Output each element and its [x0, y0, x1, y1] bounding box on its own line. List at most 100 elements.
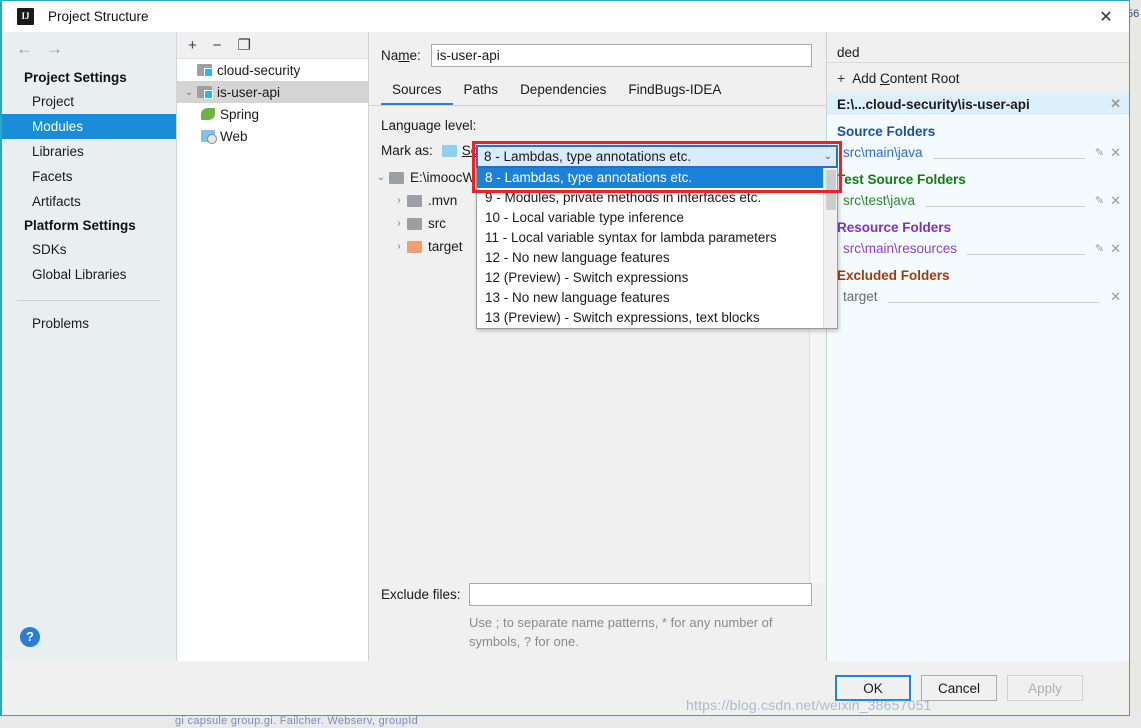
copy-module-icon[interactable]: ❐ — [238, 38, 251, 53]
module-list-panel: + − ❐ cloud-security ⌄ is-user-api Sprin… — [177, 32, 369, 661]
folder-rule — [967, 242, 1085, 255]
folder-entry-excluded[interactable]: target ✕ — [827, 286, 1129, 307]
background-bottom-text: gi capsule group.gi. Failcher. Webserv, … — [175, 715, 418, 727]
language-level-label: Language level: — [381, 118, 477, 133]
chevron-right-icon[interactable]: › — [391, 195, 407, 206]
folder-rule — [932, 146, 1085, 159]
module-label: cloud-security — [217, 62, 301, 78]
module-folder-icon — [197, 64, 213, 77]
file-tree-label: src — [428, 216, 446, 231]
remove-folder-icon[interactable]: ✕ — [1110, 241, 1121, 257]
remove-folder-icon[interactable]: ✕ — [1110, 193, 1121, 209]
add-module-icon[interactable]: + — [188, 38, 197, 53]
sidebar-item-problems[interactable]: Problems — [2, 311, 176, 336]
chevron-right-icon[interactable]: › — [391, 218, 407, 229]
sidebar-item-facets[interactable]: Facets — [2, 164, 176, 189]
sidebar-item-modules[interactable]: Modules — [2, 114, 176, 139]
folder-path-label: src\test\java — [843, 193, 916, 208]
folder-rule — [887, 290, 1101, 303]
language-level-combo[interactable]: 8 - Lambdas, type annotations etc. ⌄ — [476, 145, 838, 168]
dropdown-option-java13-preview[interactable]: 13 (Preview) - Switch expressions, text … — [477, 308, 823, 328]
language-level-option-list: 8 - Lambdas, type annotations etc. 9 - M… — [477, 168, 823, 328]
exclude-files-section: Exclude files: Use ; to separate name pa… — [369, 583, 826, 661]
module-editor-panel: Name: Sources Paths Dependencies FindBug… — [369, 32, 827, 661]
tab-findbugs-idea[interactable]: FindBugs-IDEA — [617, 79, 732, 105]
help-icon[interactable]: ? — [20, 627, 40, 647]
facet-label: Spring — [220, 106, 260, 122]
mark-as-label: Mark as: — [381, 143, 433, 158]
folder-grey-icon — [389, 171, 404, 184]
add-content-root-label: Add Content Root — [852, 70, 960, 86]
sidebar-item-artifacts[interactable]: Artifacts — [2, 189, 176, 214]
chevron-down-icon[interactable]: ⌄ — [181, 87, 197, 98]
dropdown-option-java12[interactable]: 12 - No new language features — [477, 248, 823, 268]
sidebar-item-project[interactable]: Project — [2, 89, 176, 114]
close-icon[interactable]: ✕ — [1083, 1, 1129, 32]
chevron-down-icon[interactable]: ⌄ — [824, 151, 832, 162]
exclude-hint-line2: symbols, ? for one. — [469, 634, 579, 649]
folder-entry-resource[interactable]: src\main\resources ✎ ✕ — [827, 238, 1129, 259]
dropdown-option-java8[interactable]: 8 - Lambdas, type annotations etc. — [477, 168, 823, 188]
sidebar-item-sdks[interactable]: SDKs — [2, 237, 176, 262]
folder-orange-icon — [407, 240, 422, 253]
exclude-files-hint: Use ; to separate name patterns, * for a… — [469, 613, 799, 651]
nav-history-controls: ← → — [2, 32, 176, 66]
remove-folder-icon[interactable]: ✕ — [1110, 145, 1121, 161]
folder-entry-test-source[interactable]: src\test\java ✎ ✕ — [827, 190, 1129, 211]
remove-content-root-icon[interactable]: ✕ — [1110, 96, 1121, 112]
sidebar-item-global-libraries[interactable]: Global Libraries — [2, 262, 176, 287]
group-title-resource-folders: Resource Folders — [837, 220, 952, 235]
folder-entry-source[interactable]: src\main\java ✎ ✕ — [827, 142, 1129, 163]
remove-module-icon[interactable]: − — [213, 38, 222, 53]
dialog-title: Project Structure — [48, 9, 149, 24]
excluded-truncated-label: ded — [837, 45, 860, 60]
content-root-header[interactable]: E:\...cloud-security\is-user-api ✕ — [827, 93, 1129, 115]
mark-as-sources-button[interactable]: So — [441, 143, 478, 158]
back-arrow-icon[interactable]: ← — [16, 39, 33, 59]
dropdown-scrollbar-thumb[interactable] — [826, 170, 836, 210]
tab-sources[interactable]: Sources — [381, 79, 453, 105]
add-content-root-button[interactable]: + Add Content Root — [827, 62, 1129, 93]
module-row-is-user-api[interactable]: ⌄ is-user-api — [177, 81, 368, 103]
group-title-source-folders: Source Folders — [837, 124, 936, 139]
apply-button[interactable]: Apply — [1007, 675, 1083, 701]
module-toolbar: + − ❐ — [177, 32, 368, 59]
module-name-input[interactable] — [430, 44, 812, 67]
module-row-spring[interactable]: Spring — [177, 103, 368, 125]
cancel-button[interactable]: Cancel — [921, 675, 997, 701]
group-title-excluded-folders: Excluded Folders — [837, 268, 950, 283]
sidebar-item-libraries[interactable]: Libraries — [2, 139, 176, 164]
chevron-down-icon[interactable]: ⌄ — [373, 172, 389, 183]
language-level-combo-zone: 8 - Lambdas, type annotations etc. ⌄ 8 -… — [472, 141, 842, 329]
tab-dependencies[interactable]: Dependencies — [509, 79, 617, 105]
intellij-idea-icon: IJ — [17, 8, 34, 25]
module-row-web[interactable]: Web — [177, 125, 368, 147]
nav-group-platform-settings: Platform Settings — [24, 218, 136, 233]
module-tabs: Sources Paths Dependencies FindBugs-IDEA — [369, 67, 826, 106]
remove-folder-icon[interactable]: ✕ — [1110, 289, 1121, 305]
folder-path-label: target — [843, 289, 878, 304]
edit-icon[interactable]: ✎ — [1095, 242, 1104, 255]
dropdown-option-java11[interactable]: 11 - Local variable syntax for lambda pa… — [477, 228, 823, 248]
dropdown-option-java12-preview[interactable]: 12 (Preview) - Switch expressions — [477, 268, 823, 288]
folder-grey-icon — [407, 217, 422, 230]
exclude-hint-line1: Use ; to separate name patterns, * for a… — [469, 615, 773, 630]
edit-icon[interactable]: ✎ — [1095, 194, 1104, 207]
forward-arrow-icon[interactable]: → — [46, 39, 63, 59]
folder-path-label: src\main\resources — [843, 241, 958, 256]
language-level-selected-value: 8 - Lambdas, type annotations etc. — [484, 149, 692, 164]
language-level-dropdown: 8 - Lambdas, type annotations etc. 9 - M… — [476, 168, 838, 329]
content-root-path: E:\...cloud-security\is-user-api — [837, 96, 1030, 112]
dropdown-option-java10[interactable]: 10 - Local variable type inference — [477, 208, 823, 228]
edit-icon[interactable]: ✎ — [1095, 146, 1104, 159]
module-row-cloud-security[interactable]: cloud-security — [177, 59, 368, 81]
screen-root: 56 gi capsule group.gi. Failcher. Webser… — [0, 0, 1141, 728]
exclude-files-input[interactable] — [468, 583, 812, 606]
dropdown-option-java9[interactable]: 9 - Modules, private methods in interfac… — [477, 188, 823, 208]
content-root-details: E:\...cloud-security\is-user-api ✕ Sourc… — [827, 93, 1129, 661]
dropdown-option-java13[interactable]: 13 - No new language features — [477, 288, 823, 308]
dropdown-scrollbar[interactable] — [823, 168, 837, 328]
chevron-right-icon[interactable]: › — [391, 241, 407, 252]
tab-paths[interactable]: Paths — [453, 79, 510, 105]
